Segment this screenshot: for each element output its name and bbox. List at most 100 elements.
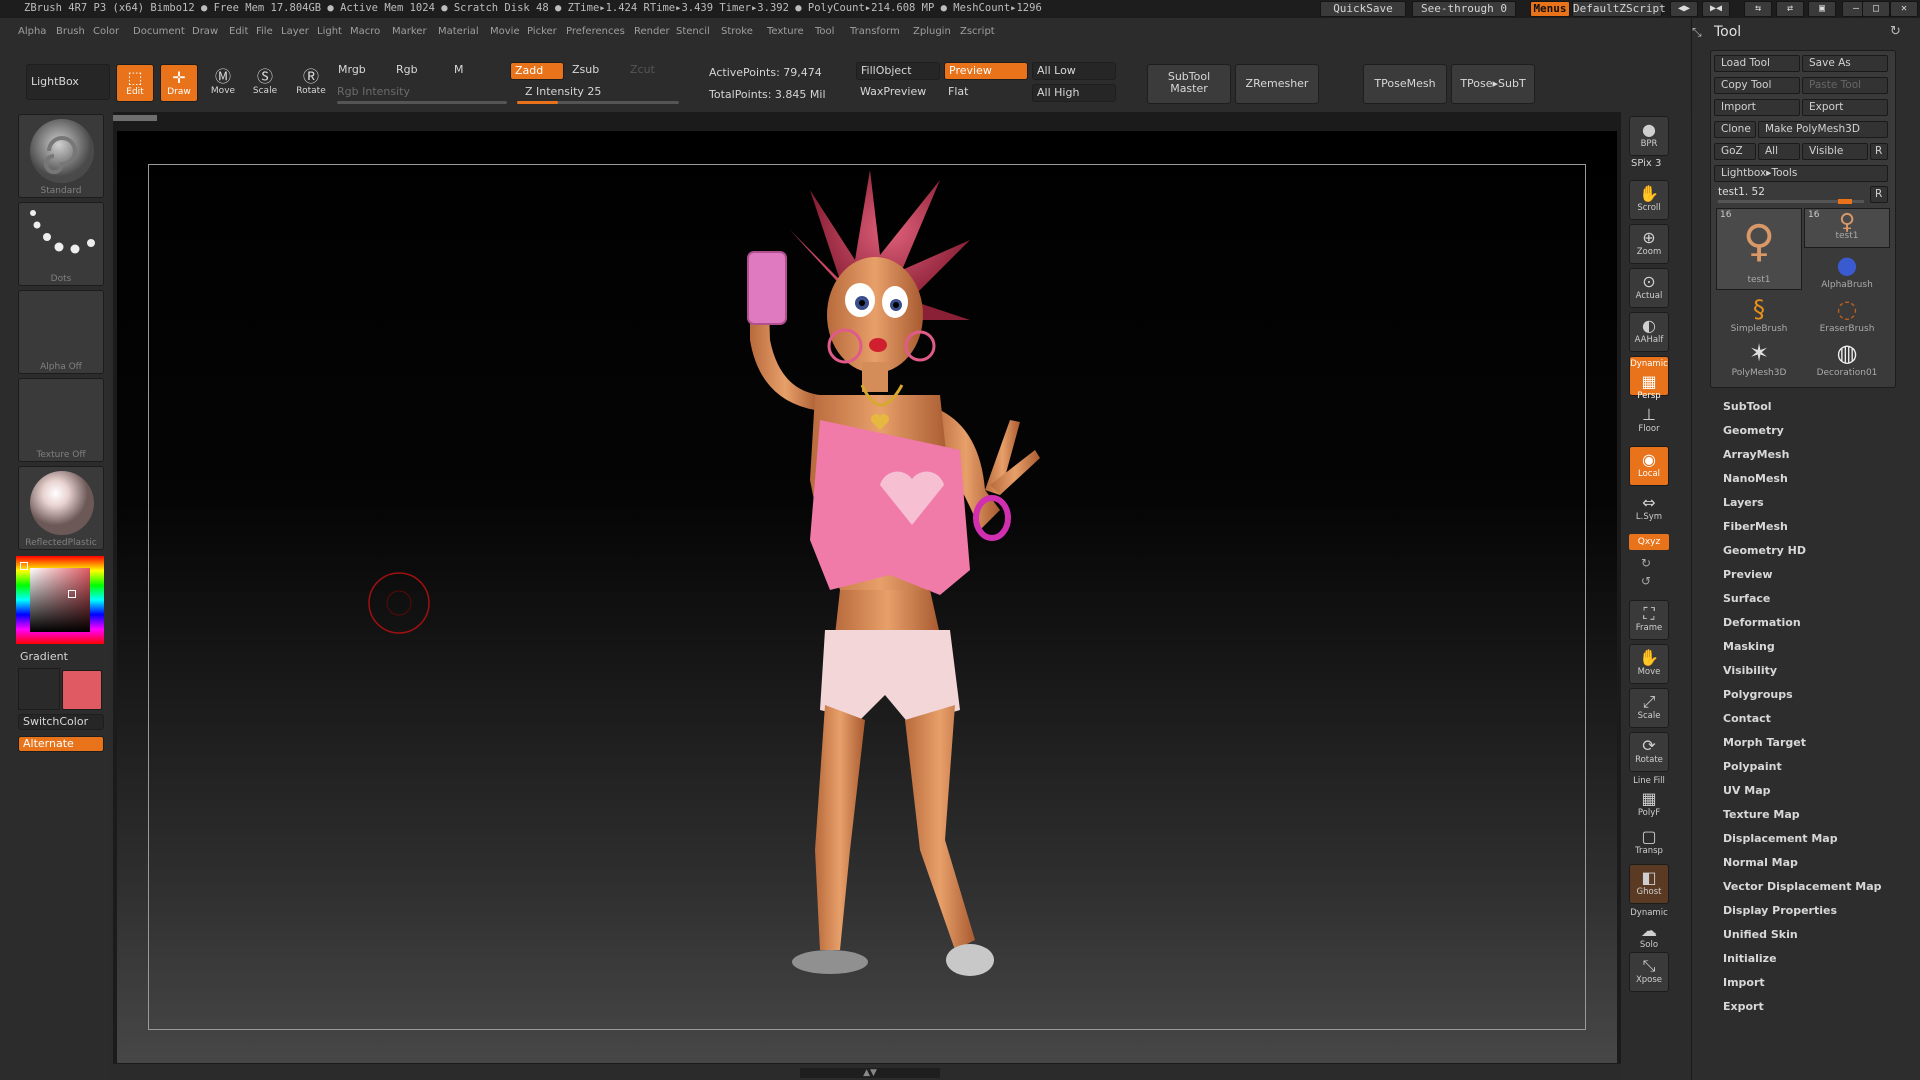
alpha-selector[interactable]: Alpha Off <box>18 290 104 374</box>
local-button[interactable]: ◉ Local <box>1629 446 1669 486</box>
default-zscript-button[interactable]: DefaultZScript <box>1572 1 1666 17</box>
material-selector[interactable]: ReflectedPlastic <box>18 466 104 550</box>
undo-history-icon[interactable]: ⇆ <box>1744 1 1772 17</box>
zcut-button[interactable]: Zcut <box>626 62 680 80</box>
rgb-button[interactable]: Rgb <box>392 62 448 80</box>
m-button[interactable]: M <box>450 62 506 80</box>
menu-alpha[interactable]: Alpha <box>18 26 46 37</box>
section-import[interactable]: Import <box>1723 976 1765 989</box>
menu-movie[interactable]: Movie <box>490 26 520 37</box>
frame-button[interactable]: ⛶ Frame <box>1629 600 1669 640</box>
lsym-button[interactable]: ⇔ L.Sym <box>1629 490 1669 530</box>
section-initialize[interactable]: Initialize <box>1723 952 1777 965</box>
make-polymesh-button[interactable]: Make PolyMesh3D <box>1758 121 1888 138</box>
copy-tool-button[interactable]: Copy Tool <box>1714 77 1800 94</box>
fill-object-button[interactable]: FillObject <box>856 62 940 80</box>
tool-tile-simplebrush[interactable]: § SimpleBrush <box>1716 294 1802 336</box>
export-button[interactable]: Export <box>1802 99 1888 116</box>
maximize-icon[interactable]: □ <box>1862 1 1890 17</box>
preview-button[interactable]: Preview <box>944 62 1028 80</box>
goz-all-button[interactable]: All <box>1758 143 1800 160</box>
alternate-button[interactable]: Alternate <box>18 736 104 752</box>
close-icon[interactable]: ✕ <box>1890 1 1918 17</box>
bottom-shelf-toggle[interactable]: ▲▼ <box>800 1068 940 1078</box>
move-button[interactable]: Ⓜ Move <box>204 64 242 102</box>
layout-right-icon[interactable]: ▶◀ <box>1702 1 1730 17</box>
lock-icon[interactable]: ▣ <box>1808 1 1836 17</box>
bpr-button[interactable]: ● BPR <box>1629 116 1669 156</box>
tool-tile-decoration01[interactable]: ◍ Decoration01 <box>1804 338 1890 380</box>
secondary-color-swatch[interactable] <box>18 668 60 710</box>
move-view-button[interactable]: ✋ Move <box>1629 644 1669 684</box>
menu-picker[interactable]: Picker <box>527 26 557 37</box>
solo-button[interactable]: Dynamic ☁ Solo <box>1629 908 1669 950</box>
section-polypaint[interactable]: Polypaint <box>1723 760 1782 773</box>
swap-icon[interactable]: ⇄ <box>1776 1 1804 17</box>
tool-tile-eraserbrush[interactable]: ◌ EraserBrush <box>1804 294 1890 336</box>
texture-selector[interactable]: Texture Off <box>18 378 104 462</box>
menu-preferences[interactable]: Preferences <box>566 26 625 37</box>
spix-label[interactable]: SPix 3 <box>1631 158 1661 169</box>
rotate-view-button[interactable]: ⟳ Rotate <box>1629 732 1669 772</box>
xpose-button[interactable]: ⤡ Xpose <box>1629 952 1669 992</box>
goz-r-button[interactable]: R <box>1870 143 1888 160</box>
stroke-selector[interactable]: Dots <box>18 202 104 286</box>
import-button[interactable]: Import <box>1714 99 1800 116</box>
menu-file[interactable]: File <box>256 26 273 37</box>
transp-button[interactable]: ▢ Transp <box>1629 824 1669 864</box>
main-color-swatch[interactable] <box>62 670 102 710</box>
tool-tile-test1[interactable]: 16 ♀ test1 <box>1804 208 1890 248</box>
section-preview[interactable]: Preview <box>1723 568 1773 581</box>
tpose-mesh-button[interactable]: TPoseMesh <box>1363 64 1447 104</box>
menu-edit[interactable]: Edit <box>229 26 248 37</box>
subtool-master-button[interactable]: SubTool Master <box>1147 64 1231 104</box>
menu-stroke[interactable]: Stroke <box>721 26 753 37</box>
flat-button[interactable]: Flat <box>944 84 1028 102</box>
character-model[interactable] <box>640 150 1060 1030</box>
menu-zscript[interactable]: Zscript <box>960 26 995 37</box>
rgb-intensity-slider[interactable] <box>337 101 507 104</box>
scroll-button[interactable]: ✋ Scroll <box>1629 180 1669 220</box>
paste-tool-button[interactable]: Paste Tool <box>1802 77 1888 94</box>
zoom-button[interactable]: ⊕ Zoom <box>1629 224 1669 264</box>
mrgb-button[interactable]: Mrgb <box>334 62 390 80</box>
section-contact[interactable]: Contact <box>1723 712 1771 725</box>
section-arraymesh[interactable]: ArrayMesh <box>1723 448 1789 461</box>
save-as-button[interactable]: Save As <box>1802 55 1888 72</box>
persp-button[interactable]: Dynamic ▦ Persp <box>1629 356 1669 401</box>
section-masking[interactable]: Masking <box>1723 640 1775 653</box>
color-picker[interactable] <box>16 556 104 644</box>
palette-drag-icon[interactable]: ⤡ <box>1692 25 1702 40</box>
zsub-button[interactable]: Zsub <box>568 62 622 80</box>
section-displacement-map[interactable]: Displacement Map <box>1723 832 1838 845</box>
switch-color-button[interactable]: SwitchColor <box>18 714 104 730</box>
section-deformation[interactable]: Deformation <box>1723 616 1801 629</box>
section-geometry-hd[interactable]: Geometry HD <box>1723 544 1806 557</box>
tool-r-button[interactable]: R <box>1870 186 1888 203</box>
section-display-properties[interactable]: Display Properties <box>1723 904 1837 917</box>
wax-preview-button[interactable]: WaxPreview <box>856 84 940 102</box>
draw-button[interactable]: ✛ Draw <box>160 64 198 102</box>
section-surface[interactable]: Surface <box>1723 592 1770 605</box>
scale-view-button[interactable]: ⤢ Scale <box>1629 688 1669 728</box>
see-through-slider[interactable]: See-through 0 <box>1412 1 1516 17</box>
menu-render[interactable]: Render <box>634 26 670 37</box>
section-geometry[interactable]: Geometry <box>1723 424 1784 437</box>
load-tool-button[interactable]: Load Tool <box>1714 55 1800 72</box>
section-uv-map[interactable]: UV Map <box>1723 784 1771 797</box>
menu-brush[interactable]: Brush <box>56 26 85 37</box>
canvas-scroll-handle[interactable] <box>113 115 157 121</box>
layout-left-icon[interactable]: ◀▶ <box>1670 1 1698 17</box>
current-tool-slider[interactable]: test1. 52 <box>1714 186 1866 204</box>
rotate-y-icon[interactable]: ↻ <box>1641 556 1651 570</box>
section-visibility[interactable]: Visibility <box>1723 664 1777 677</box>
menu-stencil[interactable]: Stencil <box>676 26 710 37</box>
menu-color[interactable]: Color <box>93 26 119 37</box>
all-low-button[interactable]: All Low <box>1032 62 1116 80</box>
brush-selector[interactable]: Standard <box>18 114 104 198</box>
ghost-button[interactable]: ◧ Ghost <box>1629 864 1669 904</box>
section-nanomesh[interactable]: NanoMesh <box>1723 472 1788 485</box>
xyz-button[interactable]: Qxyz <box>1629 534 1669 550</box>
polyf-button[interactable]: Line Fill ▦ PolyF <box>1629 776 1669 818</box>
section-layers[interactable]: Layers <box>1723 496 1764 509</box>
